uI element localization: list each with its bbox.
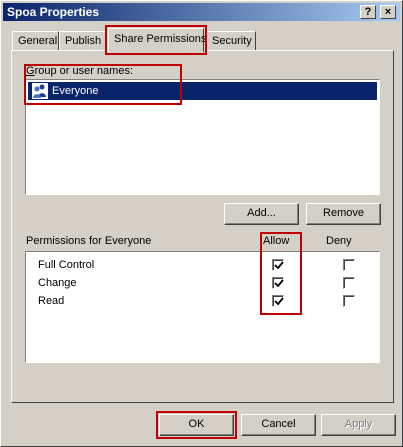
add-button[interactable]: Add... — [224, 203, 299, 225]
properties-dialog: Spoa Properties ? × General Publish Shar… — [0, 0, 403, 447]
allow-change-checkbox[interactable] — [272, 277, 284, 289]
allow-read-checkbox[interactable] — [272, 295, 284, 307]
permissions-header: Permissions for Everyone — [26, 235, 152, 247]
deny-read-checkbox[interactable] — [343, 295, 355, 307]
title-bar[interactable]: Spoa Properties ? × — [3, 3, 400, 21]
help-icon: ? — [364, 6, 372, 18]
tab-publish-label: Publish — [65, 35, 102, 47]
tab-general-label: General — [18, 35, 58, 47]
tab-general[interactable]: General — [12, 31, 59, 51]
group-user-list[interactable]: Everyone — [25, 79, 380, 195]
allow-header: Allow — [263, 235, 290, 247]
share-permissions-panel: Group or user names: Everyone Add... Rem… — [11, 50, 394, 403]
remove-button[interactable]: Remove — [306, 203, 381, 225]
close-button[interactable]: × — [380, 5, 396, 19]
ok-button[interactable]: OK — [159, 414, 234, 436]
help-button[interactable]: ? — [360, 5, 376, 19]
window-title: Spoa Properties — [7, 5, 100, 19]
apply-button[interactable]: Apply — [321, 414, 396, 436]
tab-share-permissions-label: Share Permissions — [114, 33, 207, 45]
deny-change-checkbox[interactable] — [343, 277, 355, 289]
permissions-list: Full Control Change Read — [25, 251, 380, 363]
allow-full-control-checkbox[interactable] — [272, 259, 284, 271]
tab-security-label: Security — [212, 35, 252, 47]
permission-row-read: Read — [26, 292, 379, 310]
permission-name: Full Control — [38, 259, 95, 271]
tab-share-permissions[interactable]: Share Permissions — [105, 25, 207, 55]
close-icon: × — [384, 6, 392, 18]
tab-publish[interactable]: Publish — [59, 31, 106, 51]
users-group-icon — [32, 83, 48, 99]
tab-security[interactable]: Security — [206, 31, 256, 51]
group-names-label: Group or user names: — [26, 65, 133, 77]
permission-name: Read — [38, 295, 65, 307]
permission-row-change: Change — [26, 274, 379, 292]
deny-full-control-checkbox[interactable] — [343, 259, 355, 271]
user-name: Everyone — [52, 85, 99, 97]
permission-row-full-control: Full Control — [26, 256, 379, 274]
list-item-everyone[interactable]: Everyone — [28, 82, 377, 100]
permission-name: Change — [38, 277, 77, 289]
deny-header: Deny — [326, 235, 352, 247]
cancel-button[interactable]: Cancel — [241, 414, 316, 436]
